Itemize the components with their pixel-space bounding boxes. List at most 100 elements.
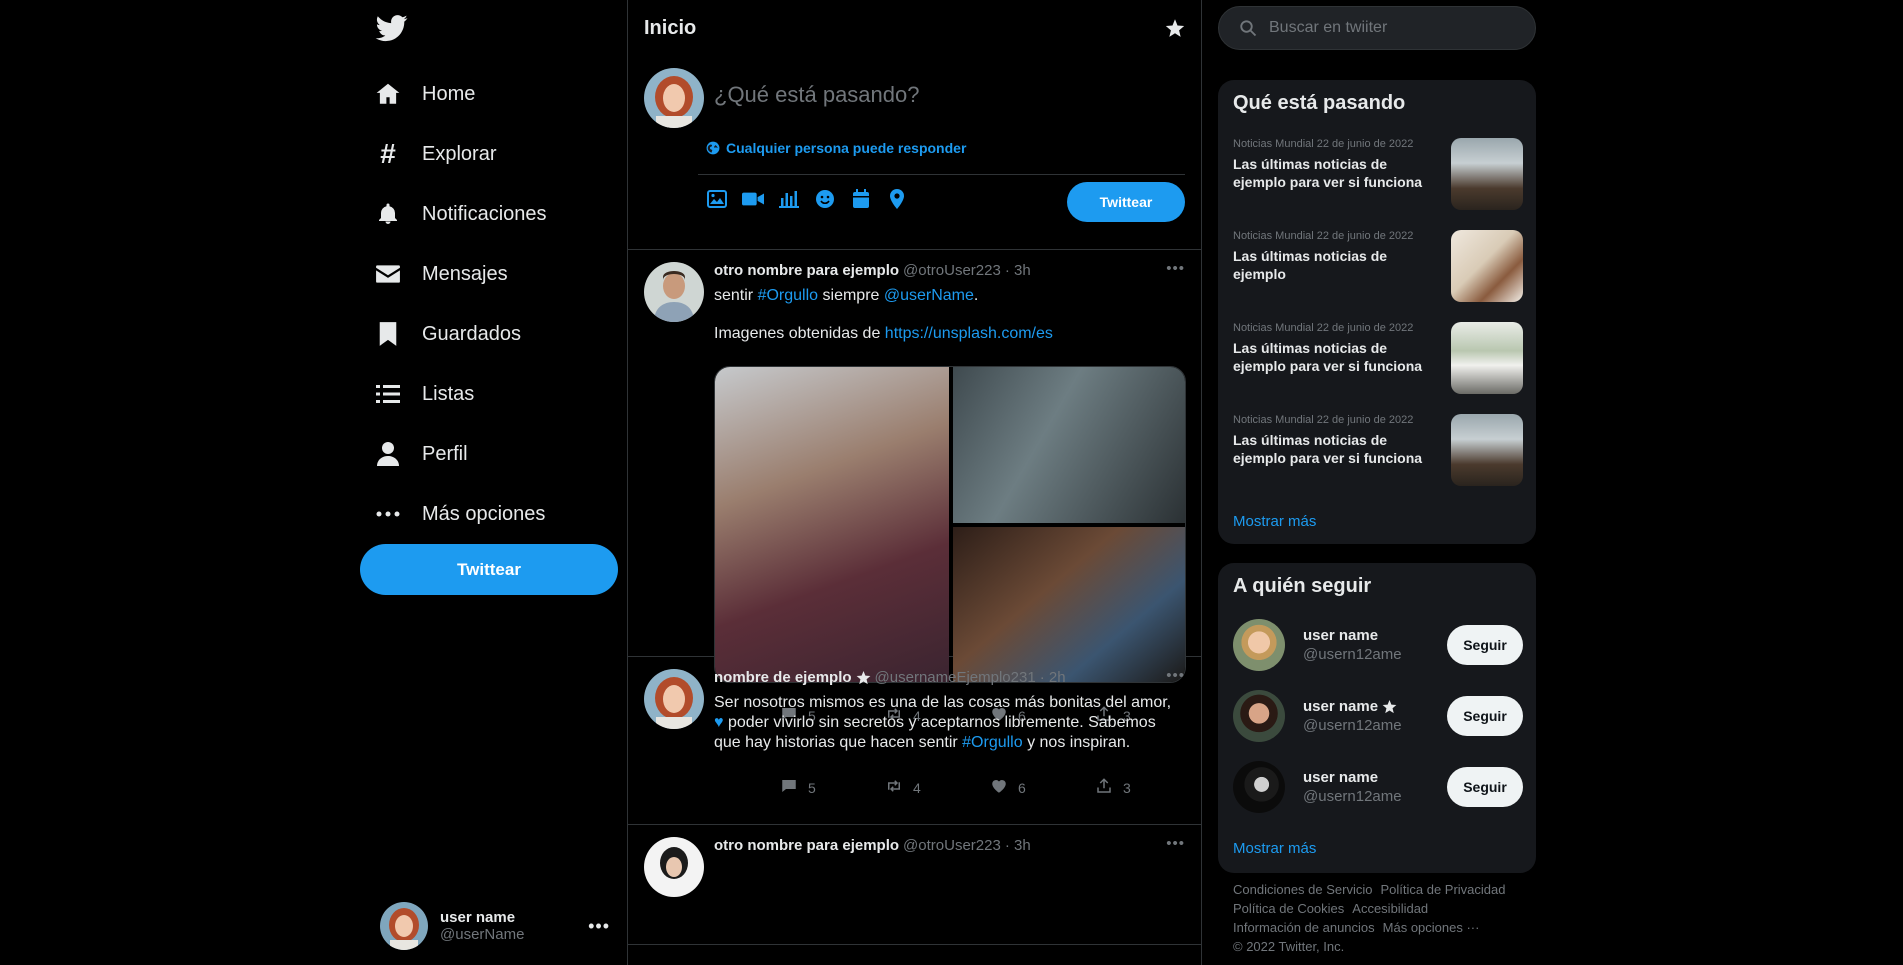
avatar[interactable] bbox=[644, 669, 704, 729]
mention-link[interactable]: @userName bbox=[884, 287, 974, 304]
nav-more[interactable]: Más opciones bbox=[374, 494, 545, 534]
follow-suggestion[interactable]: user name @usern12ame Seguir bbox=[1233, 759, 1523, 815]
tweet-actions: 5 4 6 3 bbox=[780, 777, 1200, 798]
emoji-icon[interactable] bbox=[814, 188, 836, 210]
author-name[interactable]: otro nombre para ejemplo bbox=[714, 262, 899, 279]
nav-lists[interactable]: Listas bbox=[374, 374, 474, 414]
nav-messages-label: Mensajes bbox=[422, 262, 508, 285]
poll-icon[interactable] bbox=[778, 188, 800, 210]
nav-profile[interactable]: Perfil bbox=[374, 434, 468, 474]
account-switcher[interactable]: user name @userName ••• bbox=[380, 900, 610, 952]
follow-show-more-link[interactable]: Mostrar más bbox=[1233, 840, 1316, 857]
author-name[interactable]: nombre de ejemplo bbox=[714, 669, 852, 686]
tweet[interactable]: otro nombre para ejemplo @otroUser223 · 3h… bbox=[628, 250, 1201, 724]
follow-button[interactable]: Seguir bbox=[1447, 696, 1523, 736]
share-icon bbox=[1095, 777, 1113, 798]
trend-item[interactable]: Noticias Mundial 22 de junio de 2022 Las… bbox=[1233, 322, 1523, 396]
nav-notifications[interactable]: Notificaciones bbox=[374, 194, 547, 234]
trends-show-more-link[interactable]: Mostrar más bbox=[1233, 513, 1316, 530]
footer-link[interactable]: Condiciones de Servicio bbox=[1233, 882, 1372, 897]
url-link[interactable]: https://unsplash.com/es bbox=[885, 325, 1053, 342]
nav-messages[interactable]: Mensajes bbox=[374, 254, 508, 294]
footer-link[interactable]: Más opciones ··· bbox=[1383, 920, 1480, 935]
tweet-text-part: sentir bbox=[714, 287, 758, 304]
footer-link[interactable]: Accesibilidad bbox=[1352, 901, 1428, 916]
avatar[interactable] bbox=[644, 837, 704, 897]
tweet-time: · 3h bbox=[1004, 262, 1031, 279]
timeline: Inicio ¿Qué está pasando? Cualquier pers… bbox=[627, 0, 1202, 965]
tweet-text: Imagenes obtenidas de https://unsplash.c… bbox=[714, 324, 1183, 344]
twitter-logo-icon[interactable] bbox=[374, 12, 410, 44]
avatar bbox=[1233, 690, 1285, 742]
nav-explore[interactable]: # Explorar bbox=[374, 134, 496, 174]
reply-count: 5 bbox=[808, 779, 816, 796]
composer-tweet-button[interactable]: Twittear bbox=[1067, 182, 1185, 222]
image-icon[interactable] bbox=[706, 188, 728, 210]
bell-icon bbox=[374, 200, 402, 228]
share-count: 3 bbox=[1123, 779, 1131, 796]
reply-button[interactable]: 5 bbox=[780, 777, 885, 798]
follow-handle: @usern12ame bbox=[1303, 788, 1402, 805]
tweet-more-icon[interactable]: ••• bbox=[1166, 260, 1185, 277]
footer-link[interactable]: Política de Privacidad bbox=[1380, 882, 1505, 897]
author-handle[interactable]: @usernameEjemplo231 bbox=[875, 669, 1036, 686]
author-handle[interactable]: @otroUser223 bbox=[903, 262, 1001, 279]
avatar bbox=[1233, 761, 1285, 813]
search-input[interactable] bbox=[1269, 19, 1519, 37]
page-title: Inicio bbox=[644, 16, 697, 39]
like-button[interactable]: 6 bbox=[990, 777, 1095, 798]
nav-home[interactable]: Home bbox=[374, 74, 475, 114]
tweet-more-icon[interactable]: ••• bbox=[1166, 667, 1185, 684]
left-sidebar: Home # Explorar Notificaciones Mensajes … bbox=[360, 0, 628, 965]
footer-link[interactable]: Información de anuncios bbox=[1233, 920, 1375, 935]
tweet-photo[interactable] bbox=[953, 367, 1185, 523]
trend-item[interactable]: Noticias Mundial 22 de junio de 2022 Las… bbox=[1233, 230, 1523, 304]
follow-title: A quién seguir bbox=[1233, 575, 1372, 597]
tweet-more-icon[interactable]: ••• bbox=[1166, 835, 1185, 852]
trend-thumbnail bbox=[1451, 322, 1523, 394]
hashtag-link[interactable]: #Orgullo bbox=[758, 287, 818, 304]
tweet[interactable]: nombre de ejemplo @usernameEjemplo231 · 2h… bbox=[628, 657, 1201, 825]
author-handle[interactable]: @otroUser223 bbox=[903, 837, 1001, 854]
author-name[interactable]: otro nombre para ejemplo bbox=[714, 837, 899, 854]
trend-thumbnail bbox=[1451, 138, 1523, 210]
avatar bbox=[380, 902, 428, 950]
reply-setting[interactable]: Cualquier persona puede responder bbox=[706, 140, 966, 156]
account-more-icon[interactable]: ••• bbox=[588, 916, 610, 937]
composer-input[interactable]: ¿Qué está pasando? bbox=[714, 82, 919, 108]
footer-link[interactable]: Política de Cookies bbox=[1233, 901, 1344, 916]
nav-bookmarks-label: Guardados bbox=[422, 322, 521, 345]
follow-suggestion[interactable]: user name @usern12ame Seguir bbox=[1233, 688, 1523, 744]
hashtag-link[interactable]: #Orgullo bbox=[962, 734, 1022, 751]
schedule-icon[interactable] bbox=[850, 188, 872, 210]
blue-heart-icon: ♥ bbox=[714, 714, 724, 731]
follow-button[interactable]: Seguir bbox=[1447, 625, 1523, 665]
sparkle-star-icon[interactable] bbox=[1165, 18, 1185, 38]
retweet-button[interactable]: 4 bbox=[885, 777, 990, 798]
search-icon bbox=[1240, 20, 1257, 37]
video-icon[interactable] bbox=[742, 188, 764, 210]
follow-button[interactable]: Seguir bbox=[1447, 767, 1523, 807]
trend-item[interactable]: Noticias Mundial 22 de junio de 2022 Las… bbox=[1233, 138, 1523, 212]
tweet-text: Ser nosotros mismos es una de las cosas … bbox=[714, 693, 1183, 753]
nav-bookmarks[interactable]: Guardados bbox=[374, 314, 521, 354]
nav-profile-label: Perfil bbox=[422, 442, 468, 465]
follow-suggestion[interactable]: user name @usern12ame Seguir bbox=[1233, 617, 1523, 673]
avatar[interactable] bbox=[644, 262, 704, 322]
search-box[interactable] bbox=[1218, 6, 1536, 50]
follow-name: user name bbox=[1303, 698, 1447, 715]
trend-title: Las últimas noticias de ejemplo para ver… bbox=[1233, 432, 1423, 466]
copyright: © 2022 Twitter, Inc. bbox=[1233, 939, 1345, 954]
location-icon[interactable] bbox=[886, 188, 908, 210]
tweet-header: nombre de ejemplo @usernameEjemplo231 · 2h… bbox=[714, 667, 1185, 686]
tweet-text: sentir #Orgullo siempre @userName. bbox=[714, 286, 1183, 306]
trend-title: Las últimas noticias de ejemplo para ver… bbox=[1233, 340, 1423, 374]
share-button[interactable]: 3 bbox=[1095, 777, 1200, 798]
tweet-photo[interactable] bbox=[715, 367, 949, 682]
tweet[interactable]: otro nombre para ejemplo @otroUser223 · 3h… bbox=[628, 825, 1201, 945]
tweet-time: · 2h bbox=[1039, 669, 1066, 686]
trend-item[interactable]: Noticias Mundial 22 de junio de 2022 Las… bbox=[1233, 414, 1523, 488]
who-to-follow-card: A quién seguir user name @usern12ame Seg… bbox=[1218, 563, 1536, 873]
tweet-button[interactable]: Twittear bbox=[360, 544, 618, 595]
account-name: user name bbox=[440, 909, 516, 926]
